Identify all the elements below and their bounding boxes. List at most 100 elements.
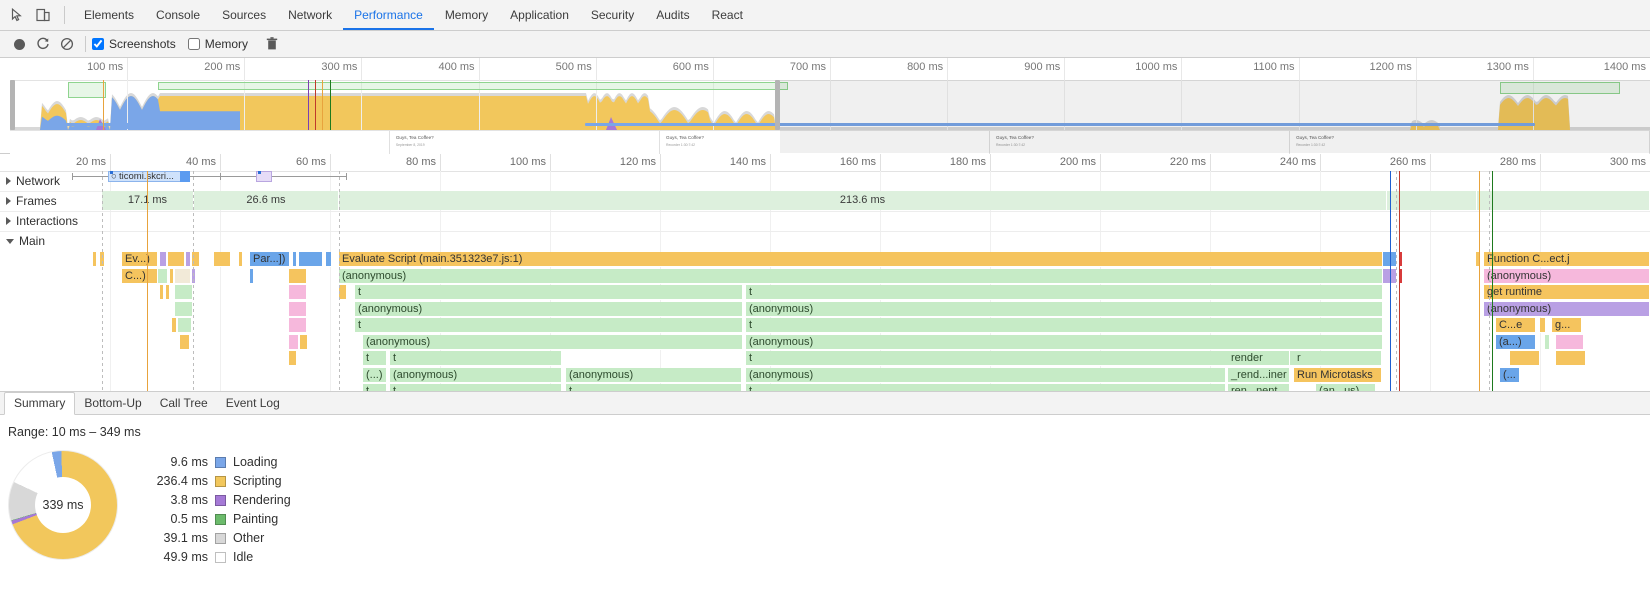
record-button[interactable] xyxy=(7,33,31,55)
flame-bar[interactable] xyxy=(175,302,193,317)
flame-bar[interactable]: t xyxy=(746,384,1226,392)
tab-audits[interactable]: Audits xyxy=(645,0,700,30)
tab-bottom-up[interactable]: Bottom-Up xyxy=(75,393,150,414)
flame-bar[interactable] xyxy=(178,318,192,333)
screenshots-checkbox-input[interactable] xyxy=(92,38,104,50)
flame-bar[interactable]: C...e xyxy=(1496,318,1536,333)
overview-window-handle-right[interactable] xyxy=(775,80,780,130)
flame-bar[interactable] xyxy=(172,318,177,333)
tab-call-tree[interactable]: Call Tree xyxy=(151,393,217,414)
flame-bar[interactable]: (anonymous) xyxy=(390,368,562,383)
flame-bar[interactable]: (anonymous) xyxy=(355,302,743,317)
flame-bar[interactable] xyxy=(1556,351,1586,366)
flame-bar[interactable]: ren...nent xyxy=(1228,384,1290,392)
flame-bar[interactable]: t xyxy=(390,351,562,366)
flame-bar[interactable] xyxy=(300,335,308,350)
filmstrip-frame[interactable]: Guys, Tea Coffee?September 8, 2019 xyxy=(390,131,660,154)
tab-security[interactable]: Security xyxy=(580,0,645,30)
flame-bar[interactable] xyxy=(250,269,254,284)
flame-bar[interactable]: (anonymous) xyxy=(746,335,1383,350)
flame-bar[interactable]: (anonymous) xyxy=(363,335,743,350)
flame-bar[interactable]: r xyxy=(1294,351,1382,366)
flame-bar[interactable] xyxy=(175,269,191,284)
flame-bar[interactable]: (...) xyxy=(363,368,387,383)
flame-bar[interactable] xyxy=(339,285,347,300)
track-main-header[interactable]: Main xyxy=(6,234,45,248)
flame-bar[interactable]: g... xyxy=(1552,318,1582,333)
flame-bar[interactable] xyxy=(289,335,299,350)
tab-sources[interactable]: Sources xyxy=(211,0,277,30)
track-interactions-header[interactable]: Interactions xyxy=(6,214,78,228)
flame-bar[interactable] xyxy=(1510,351,1540,366)
flame-bar[interactable] xyxy=(239,252,243,267)
device-toolbar-icon[interactable] xyxy=(30,2,56,28)
network-request-bar[interactable]: ○ticomi.skcri... xyxy=(108,171,190,182)
frame-bar[interactable]: 26.6 ms xyxy=(194,191,339,210)
track-frames-header[interactable]: Frames xyxy=(6,194,57,208)
tab-memory[interactable]: Memory xyxy=(434,0,499,30)
flame-bar[interactable] xyxy=(166,285,170,300)
flame-bar[interactable]: (... xyxy=(1500,368,1520,383)
flame-bar[interactable] xyxy=(289,285,307,300)
clear-button[interactable] xyxy=(55,33,79,55)
screenshots-checkbox[interactable]: Screenshots xyxy=(92,37,176,51)
flame-bar[interactable]: (anonymous) xyxy=(1484,269,1650,284)
flame-bar[interactable] xyxy=(180,335,190,350)
flame-bar[interactable]: render xyxy=(1228,351,1290,366)
cursor-select-icon[interactable] xyxy=(4,2,30,28)
legend-row[interactable]: 236.4 msScripting xyxy=(146,473,291,489)
flame-bar[interactable] xyxy=(160,285,164,300)
flame-bar[interactable] xyxy=(186,252,191,267)
tab-elements[interactable]: Elements xyxy=(73,0,145,30)
frame-bar[interactable] xyxy=(1387,191,1477,210)
legend-row[interactable]: 49.9 msIdle xyxy=(146,549,291,565)
timeline-overview[interactable]: 100 ms200 ms300 ms400 ms500 ms600 ms700 … xyxy=(0,58,1650,154)
flame-bar[interactable] xyxy=(1545,335,1550,350)
filmstrip-frame[interactable] xyxy=(10,131,390,154)
tab-network[interactable]: Network xyxy=(277,0,343,30)
flame-bar[interactable] xyxy=(214,252,231,267)
flame-bar[interactable] xyxy=(170,269,174,284)
memory-checkbox-input[interactable] xyxy=(188,38,200,50)
track-main[interactable]: Main xyxy=(0,231,1650,251)
memory-checkbox[interactable]: Memory xyxy=(188,37,248,51)
flame-bar[interactable] xyxy=(289,269,307,284)
tab-event-log[interactable]: Event Log xyxy=(217,393,289,414)
flame-bar[interactable] xyxy=(289,351,297,366)
flame-bar[interactable]: _rend...iner xyxy=(1228,368,1290,383)
flame-bar[interactable] xyxy=(1556,335,1584,350)
flame-bar[interactable]: Par...]) xyxy=(250,252,290,267)
main-flame-rows[interactable]: Ev...) Par...]) Evaluate Script (main.3513… xyxy=(0,252,1650,391)
flame-bar[interactable]: Function C...ect.j xyxy=(1484,252,1650,267)
flame-bar[interactable]: (anonymous) xyxy=(339,269,1383,284)
flame-bar[interactable] xyxy=(299,252,323,267)
flame-bar[interactable]: t xyxy=(746,285,1383,300)
legend-row[interactable]: 9.6 msLoading xyxy=(146,454,291,470)
trash-button[interactable] xyxy=(260,33,284,55)
flame-bar[interactable]: (anonymous) xyxy=(566,368,742,383)
tab-console[interactable]: Console xyxy=(145,0,211,30)
flame-bar[interactable] xyxy=(158,269,168,284)
flame-bar[interactable]: t xyxy=(746,318,1383,333)
tab-react[interactable]: React xyxy=(701,0,754,30)
flame-bar[interactable]: (anonymous) xyxy=(746,302,1383,317)
flame-bar[interactable]: t xyxy=(390,384,562,392)
flame-bar[interactable]: t xyxy=(566,384,742,392)
flame-bar[interactable]: Evaluate Script (main.351323e7.js:1) xyxy=(339,252,1383,267)
flame-bar[interactable] xyxy=(160,252,167,267)
flame-bar[interactable]: Run Microtasks xyxy=(1294,368,1382,383)
flame-bar[interactable] xyxy=(289,302,307,317)
flame-bar[interactable]: (anonymous) xyxy=(1484,302,1650,317)
frame-bar[interactable]: 213.6 ms xyxy=(339,191,1387,210)
flame-bar[interactable]: (an...us) xyxy=(1316,384,1376,392)
flame-bar[interactable] xyxy=(289,318,307,333)
flame-bar[interactable]: t xyxy=(363,351,387,366)
flame-bar[interactable]: t xyxy=(355,318,743,333)
frame-bar[interactable]: 17.1 ms xyxy=(102,191,194,210)
flame-bar[interactable]: Ev...) xyxy=(122,252,158,267)
legend-row[interactable]: 0.5 msPainting xyxy=(146,511,291,527)
flame-bar[interactable]: t xyxy=(363,384,387,392)
reload-and-record-button[interactable] xyxy=(31,33,55,55)
tab-summary[interactable]: Summary xyxy=(4,392,75,415)
tab-performance[interactable]: Performance xyxy=(343,0,434,30)
